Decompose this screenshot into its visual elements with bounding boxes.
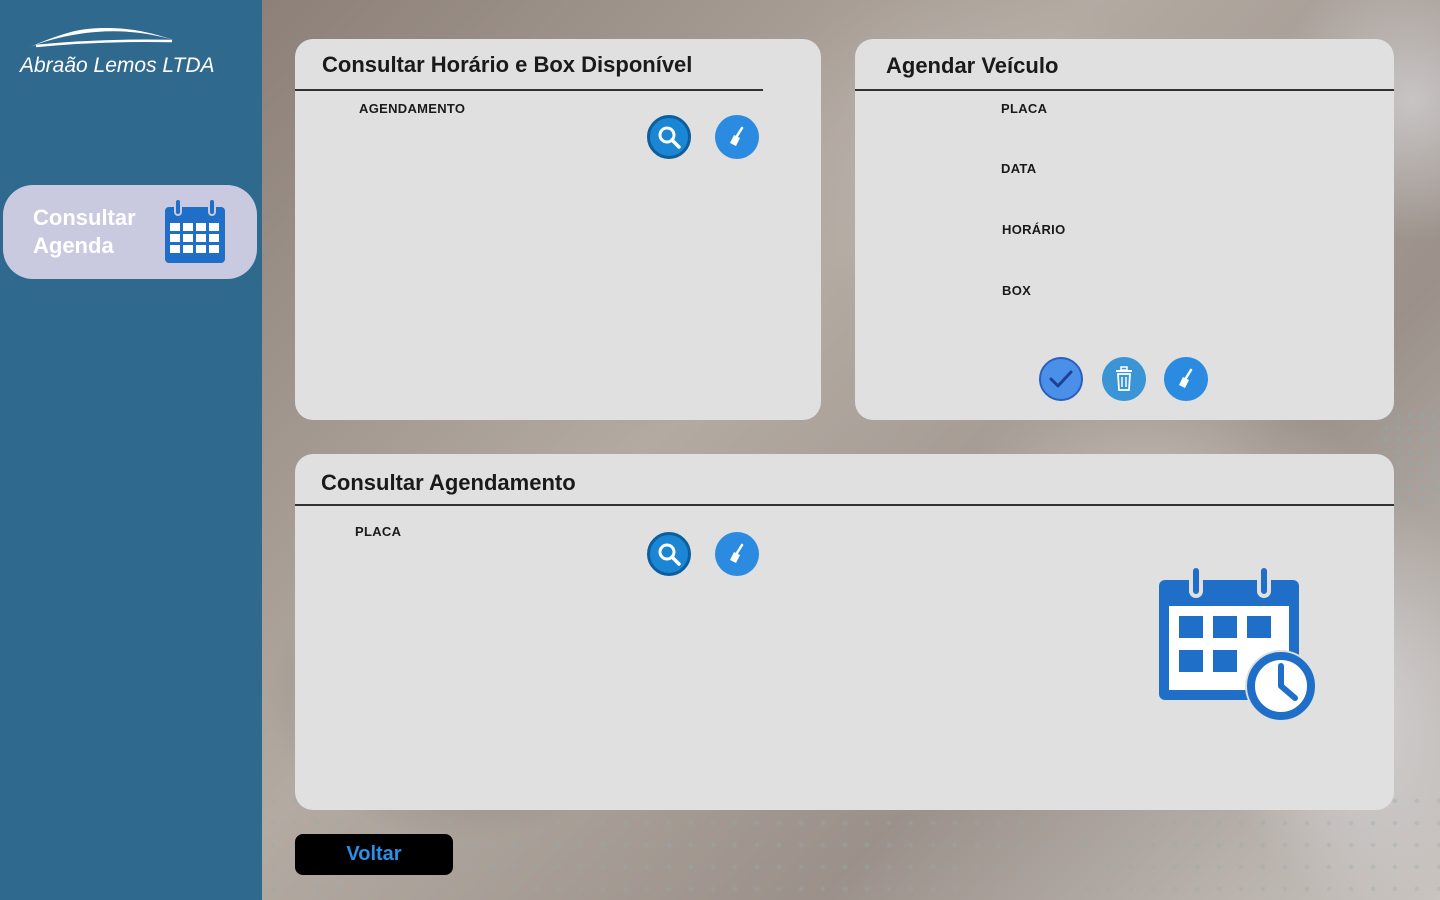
placa-label: PLACA [355,524,402,539]
check-icon [1049,370,1073,388]
confirm-button[interactable] [1039,357,1083,401]
data-label: DATA [1001,161,1037,176]
broom-icon [1179,368,1193,388]
card-title: Consultar Agendamento [321,470,576,495]
divider [295,89,763,91]
search-button[interactable] [647,115,691,159]
sidebar: Abraão Lemos LTDA Consultar Agenda [0,0,262,900]
divider [295,504,1394,506]
brand-logo: Abraão Lemos LTDA [20,26,240,78]
card-agendar-veiculo: Agendar Veículo PLACA DATA HORÁRIO BOX [855,39,1394,420]
box-label: BOX [1002,283,1032,298]
placa-label: PLACA [1001,101,1048,116]
sidebar-item-consultar-agenda[interactable]: Consultar Agenda [3,185,257,279]
search-icon [658,126,681,149]
divider [855,89,1394,91]
clear-button[interactable] [715,115,759,159]
horario-label: HORÁRIO [1002,222,1066,237]
card-title: Consultar Horário e Box Disponível [322,52,693,77]
back-button[interactable]: Voltar [295,834,453,875]
search-icon [658,543,681,566]
trash-icon [1116,366,1132,391]
broom-icon [730,126,744,146]
clear-button[interactable] [715,532,759,576]
card-consultar-agendamento: Consultar Agendamento PLACA [295,454,1394,810]
card-title: Agendar Veículo [886,53,1059,78]
search-button[interactable] [647,532,691,576]
brand-name: Abraão Lemos LTDA [20,54,215,77]
delete-button[interactable] [1102,357,1146,401]
car-silhouette-icon [28,28,174,48]
agendamento-label: AGENDAMENTO [359,101,466,116]
broom-icon [730,543,744,563]
sidebar-item-label: Consultar Agenda [33,205,136,258]
clear-button[interactable] [1164,357,1208,401]
calendar-clock-icon [1155,562,1325,732]
card-consultar-horario: Consultar Horário e Box Disponível AGEND… [295,39,821,420]
calendar-icon [161,197,229,272]
